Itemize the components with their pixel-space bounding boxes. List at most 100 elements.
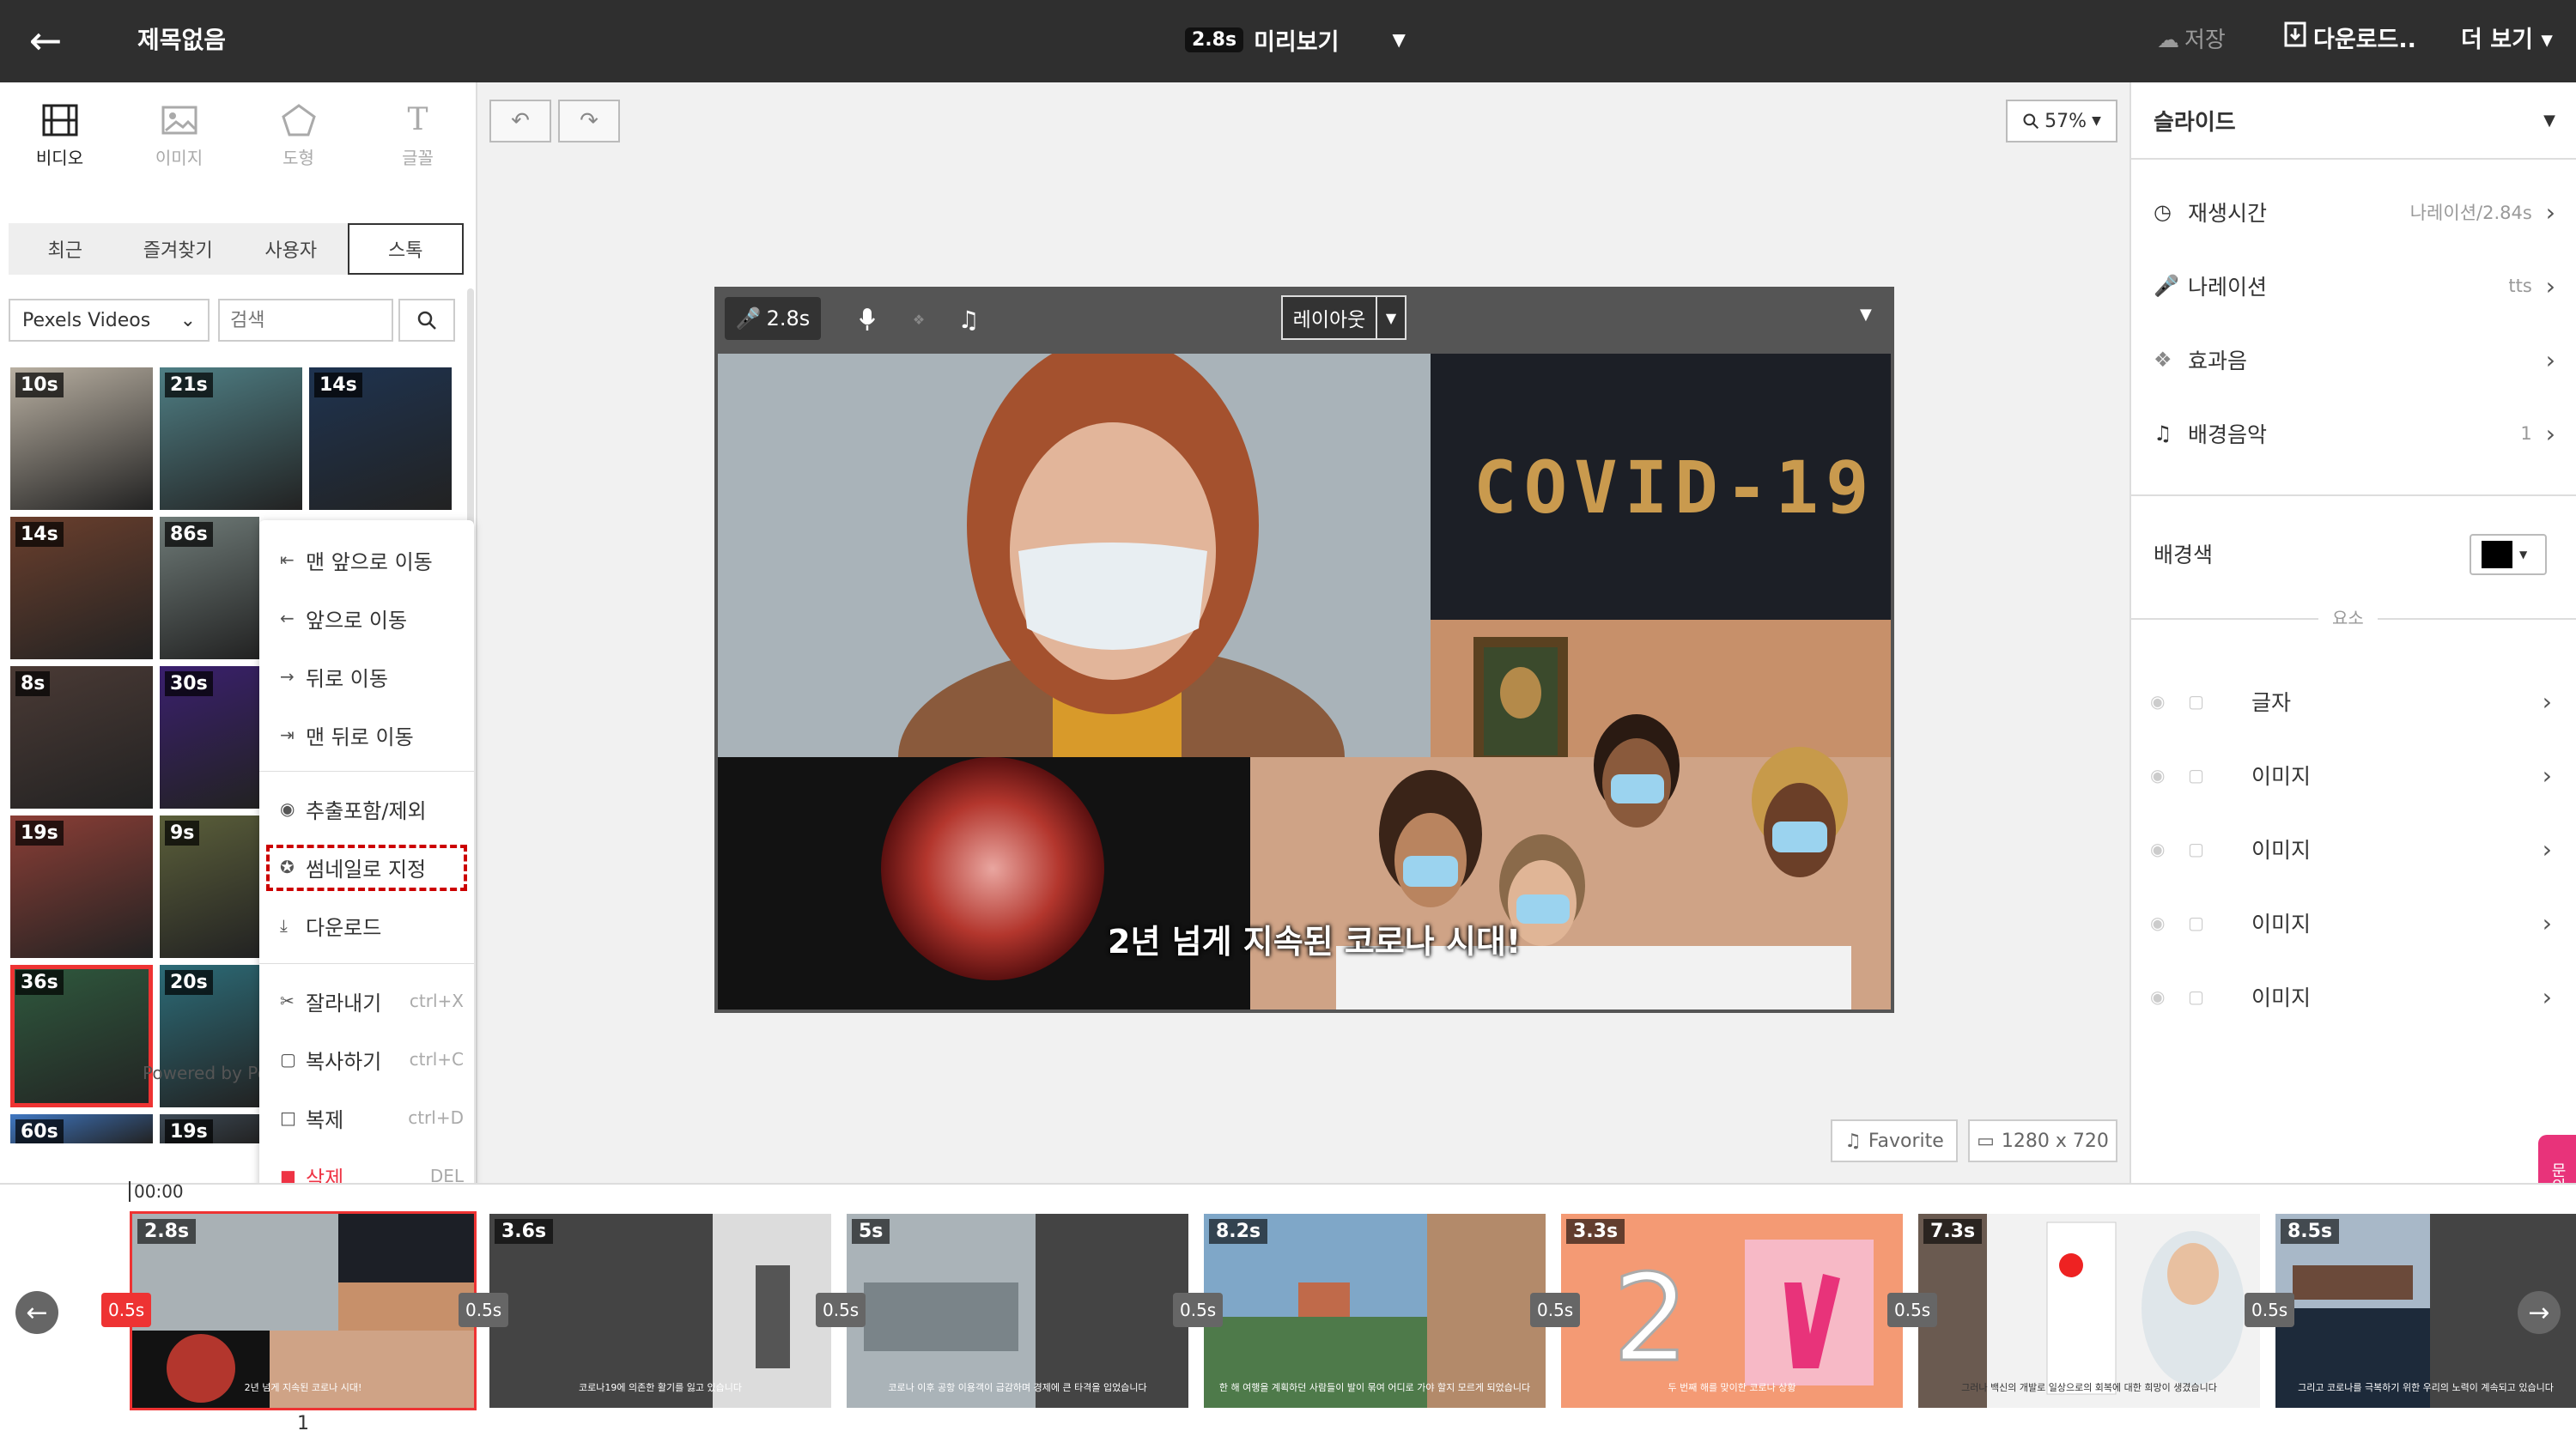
source-select[interactable]: Pexels Videos ⌄	[9, 299, 210, 342]
music-label: Favorite	[1868, 1130, 1944, 1152]
menu-item-send-backward[interactable]: → 뒤로 이동	[259, 651, 474, 702]
menu-item-send-to-back[interactable]: ⇥ 맨 뒤로 이동	[259, 709, 474, 761]
project-title[interactable]: 제목없음	[137, 21, 226, 60]
chevron-right-icon: ›	[2545, 197, 2555, 227]
panel-header[interactable]: 슬라이드 ▼	[2131, 82, 2576, 160]
transition-badge[interactable]: 0.5s	[459, 1293, 509, 1327]
image-icon	[161, 103, 198, 137]
menu-item-duplicate[interactable]: □ 복제 ctrl+D	[259, 1092, 474, 1143]
video-thumbnail[interactable]: 30s	[160, 666, 259, 809]
timeline-clip[interactable]: 8.2s 한 해 여행을 계획하던 사람들이 발이 묶여 어디로 가야 할지 모…	[1204, 1214, 1546, 1408]
menu-item-set-thumbnail[interactable]: ✪ 썸네일로 지정	[259, 841, 474, 893]
video-thumbnail[interactable]: 14s	[309, 367, 452, 510]
video-thumbnail[interactable]: 8s	[10, 666, 153, 809]
chevron-down-icon[interactable]: ▼	[1392, 29, 1405, 50]
lock-icon[interactable]: ▢	[2188, 691, 2214, 712]
row-narration[interactable]: 🎤 나레이션 tts ›	[2131, 249, 2576, 323]
tab-favorites[interactable]: 즐겨찾기	[122, 223, 235, 275]
element-row[interactable]: ◉ ▢ 이미지 ›	[2129, 812, 2576, 886]
row-sound-effect[interactable]: ❖ 효과음 ›	[2131, 323, 2576, 397]
more-menu-button[interactable]: 더 보기 ▾	[2461, 21, 2553, 60]
video-thumbnail[interactable]: 14s	[10, 517, 153, 659]
search-input[interactable]	[218, 299, 393, 342]
menu-item-download[interactable]: ⤓ 다운로드	[259, 900, 474, 951]
background-music-button[interactable]: ♫ Favorite	[1831, 1119, 1958, 1162]
mic-icon[interactable]	[850, 302, 884, 337]
preview-button[interactable]: 2.8s 미리보기 ▼	[1185, 19, 1406, 60]
tab-image[interactable]: 이미지	[119, 82, 239, 189]
tab-stock[interactable]: 스톡	[347, 223, 464, 275]
transition-badge[interactable]: 0.5s	[1173, 1293, 1224, 1327]
transition-badge[interactable]: 0.5s	[101, 1293, 152, 1327]
timeline-clip[interactable]: 7.3s 그러나 백신의 개발로 일상으로의 회복에 대한 희망이 생겼습니다	[1918, 1214, 2260, 1408]
timeline-clip[interactable]: 2 3.3s 두 번째 해를 맞이한 코로나 상황	[1561, 1214, 1903, 1408]
menu-item-bring-to-front[interactable]: ⇤ 맨 앞으로 이동	[259, 534, 474, 585]
transition-badge[interactable]: 0.5s	[1530, 1293, 1581, 1327]
resolution-button[interactable]: ▭ 1280 x 720	[1968, 1119, 2117, 1162]
lock-icon[interactable]: ▢	[2188, 839, 2214, 859]
timeline-clip[interactable]: 2.8s 2년 넘게 지속된 코로나 시대!	[130, 1211, 477, 1410]
timeline-next-arrow-icon[interactable]: →	[2518, 1291, 2561, 1334]
back-arrow-icon[interactable]: ←	[22, 17, 69, 64]
chevron-down-icon[interactable]: ▼	[1860, 306, 1872, 324]
row-duration[interactable]: ◷ 재생시간 나레이션/2.84s ›	[2131, 175, 2576, 249]
menu-item-bring-forward[interactable]: ← 앞으로 이동	[259, 592, 474, 644]
transition-badge[interactable]: 0.5s	[816, 1293, 866, 1327]
lock-icon[interactable]: ▢	[2188, 986, 2214, 1007]
tab-font[interactable]: T 글꼴	[358, 82, 477, 189]
text-icon: T	[407, 102, 428, 137]
element-row[interactable]: ◉ ▢ 이미지 ›	[2129, 738, 2576, 812]
narration-button[interactable]: 🎤 2.8s	[725, 297, 821, 340]
element-row[interactable]: ◉ ▢ 이미지 ›	[2129, 960, 2576, 1034]
music-icon[interactable]: ♫	[951, 302, 986, 337]
undo-button[interactable]: ↶	[489, 100, 551, 142]
slide-caption[interactable]: 2년 넘게 지속된 코로나 시대!	[1108, 915, 1521, 962]
transition-badge[interactable]: 0.5s	[2245, 1293, 2295, 1327]
eye-icon[interactable]: ◉	[2150, 913, 2176, 933]
cloud-upload-icon: ☁	[2157, 27, 2179, 53]
search-button[interactable]	[398, 299, 455, 342]
eye-icon[interactable]: ◉	[2150, 765, 2176, 785]
lock-icon[interactable]: ▢	[2188, 913, 2214, 933]
video-thumbnail[interactable]: 36s	[10, 965, 153, 1107]
video-thumbnail[interactable]: 9s	[160, 816, 259, 958]
zoom-select[interactable]: 57% ▼	[2006, 100, 2117, 142]
download-button[interactable]: 다운로드..	[2284, 21, 2416, 60]
video-thumbnail[interactable]: 10s	[10, 367, 153, 510]
tab-recent[interactable]: 최근	[9, 223, 122, 275]
eye-icon[interactable]: ◉	[2150, 986, 2176, 1007]
element-row[interactable]: ◉ ▢ 글자 ›	[2129, 664, 2576, 738]
menu-item-cut[interactable]: ✂ 잘라내기 ctrl+X	[259, 975, 474, 1027]
menu-item-copy[interactable]: ▢ 복사하기 ctrl+C	[259, 1034, 474, 1085]
video-thumbnail[interactable]: 60s	[10, 1114, 153, 1143]
video-thumbnail[interactable]: 19s	[10, 816, 153, 958]
tab-user[interactable]: 사용자	[234, 223, 348, 275]
arrow-left-icon: ←	[280, 608, 295, 628]
tab-video[interactable]: 비디오	[0, 82, 119, 189]
layout-button[interactable]: 레이아웃 ▼	[1281, 295, 1406, 340]
timeline-clip[interactable]: 3.6s 코로나19에 의존한 활기를 잃고 있습니다	[489, 1214, 831, 1408]
divider	[2131, 494, 2576, 496]
transition-badge[interactable]: 0.5s	[1887, 1293, 1938, 1327]
slide-toolbar: 🎤 2.8s ❖ ♫ 레이아웃 ▼ ▼	[714, 287, 1894, 350]
redo-button[interactable]: ↷	[558, 100, 620, 142]
video-thumbnail[interactable]: 19s	[160, 1114, 259, 1143]
video-thumbnail[interactable]: 20s	[160, 965, 259, 1107]
sound-effect-icon[interactable]: ❖	[902, 302, 936, 337]
chevron-down-icon[interactable]: ▼	[1376, 297, 1405, 338]
background-color-picker[interactable]: ▼	[2470, 534, 2547, 575]
video-thumbnail[interactable]: 21s	[160, 367, 302, 510]
element-row[interactable]: ◉ ▢ 이미지 ›	[2129, 886, 2576, 960]
video-thumbnail[interactable]: 86s	[160, 517, 259, 659]
eye-icon[interactable]: ◉	[2150, 691, 2176, 712]
tab-shape[interactable]: 도형	[239, 82, 358, 189]
slide-canvas[interactable]: COVID-19	[714, 350, 1894, 1013]
menu-item-export-toggle[interactable]: ◉ 추출포함/제외	[259, 783, 474, 834]
chevron-right-icon: ›	[2542, 834, 2552, 864]
save-button[interactable]: ☁ 저장	[2157, 21, 2226, 60]
lock-icon[interactable]: ▢	[2188, 765, 2214, 785]
timeline-prev-arrow-icon[interactable]: ←	[15, 1291, 58, 1334]
eye-icon[interactable]: ◉	[2150, 839, 2176, 859]
timeline-clip[interactable]: 5s 코로나 이후 공항 이용객이 급감하며 경제에 큰 타격을 입었습니다	[847, 1214, 1188, 1408]
row-background-music[interactable]: ♫ 배경음악 1 ›	[2131, 397, 2576, 470]
